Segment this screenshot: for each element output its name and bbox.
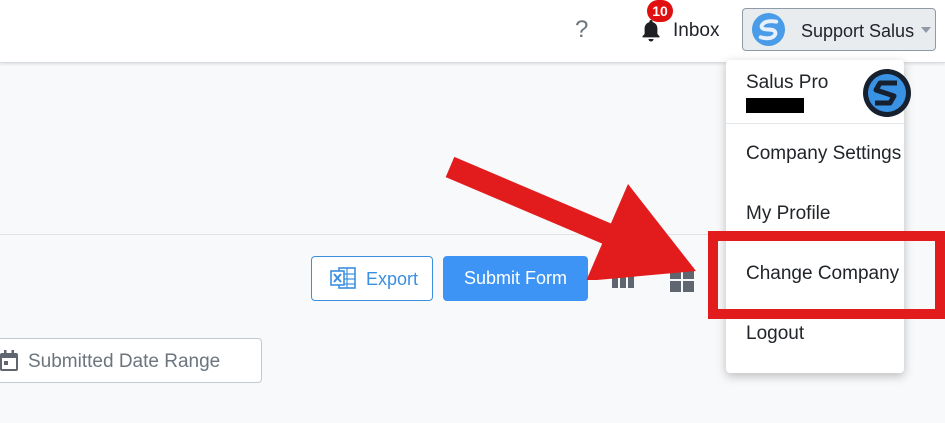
export-label: Export xyxy=(366,269,419,289)
menu-item-logout[interactable]: Logout xyxy=(746,323,804,345)
calendar-icon xyxy=(0,350,18,371)
company-logo-icon xyxy=(863,69,911,117)
date-range-placeholder: Submitted Date Range xyxy=(28,351,221,372)
menu-divider xyxy=(726,123,904,124)
user-name: Support Salus xyxy=(801,21,915,41)
inbox-count-badge: 10 xyxy=(647,0,673,22)
inbox-link[interactable]: Inbox xyxy=(673,20,719,42)
export-button[interactable]: Export xyxy=(311,256,433,301)
annotation-highlight-box xyxy=(708,231,945,319)
top-navbar: ? 10 Inbox Support Salus xyxy=(0,0,945,63)
user-menu-button[interactable]: Support Salus xyxy=(742,8,936,51)
redacted-block xyxy=(746,98,804,113)
help-icon[interactable]: ? xyxy=(575,16,588,44)
excel-icon xyxy=(330,267,356,289)
chevron-down-icon xyxy=(921,27,931,33)
menu-item-company-settings[interactable]: Company Settings xyxy=(746,143,901,165)
annotation-arrow xyxy=(445,156,696,280)
company-name: Salus Pro xyxy=(746,72,829,93)
avatar xyxy=(751,12,786,47)
user-dropdown-menu: Salus Pro Company Settings My Profile Ch… xyxy=(726,60,911,373)
menu-item-my-profile[interactable]: My Profile xyxy=(746,203,830,225)
submitted-date-range-input[interactable]: Submitted Date Range xyxy=(0,338,262,383)
